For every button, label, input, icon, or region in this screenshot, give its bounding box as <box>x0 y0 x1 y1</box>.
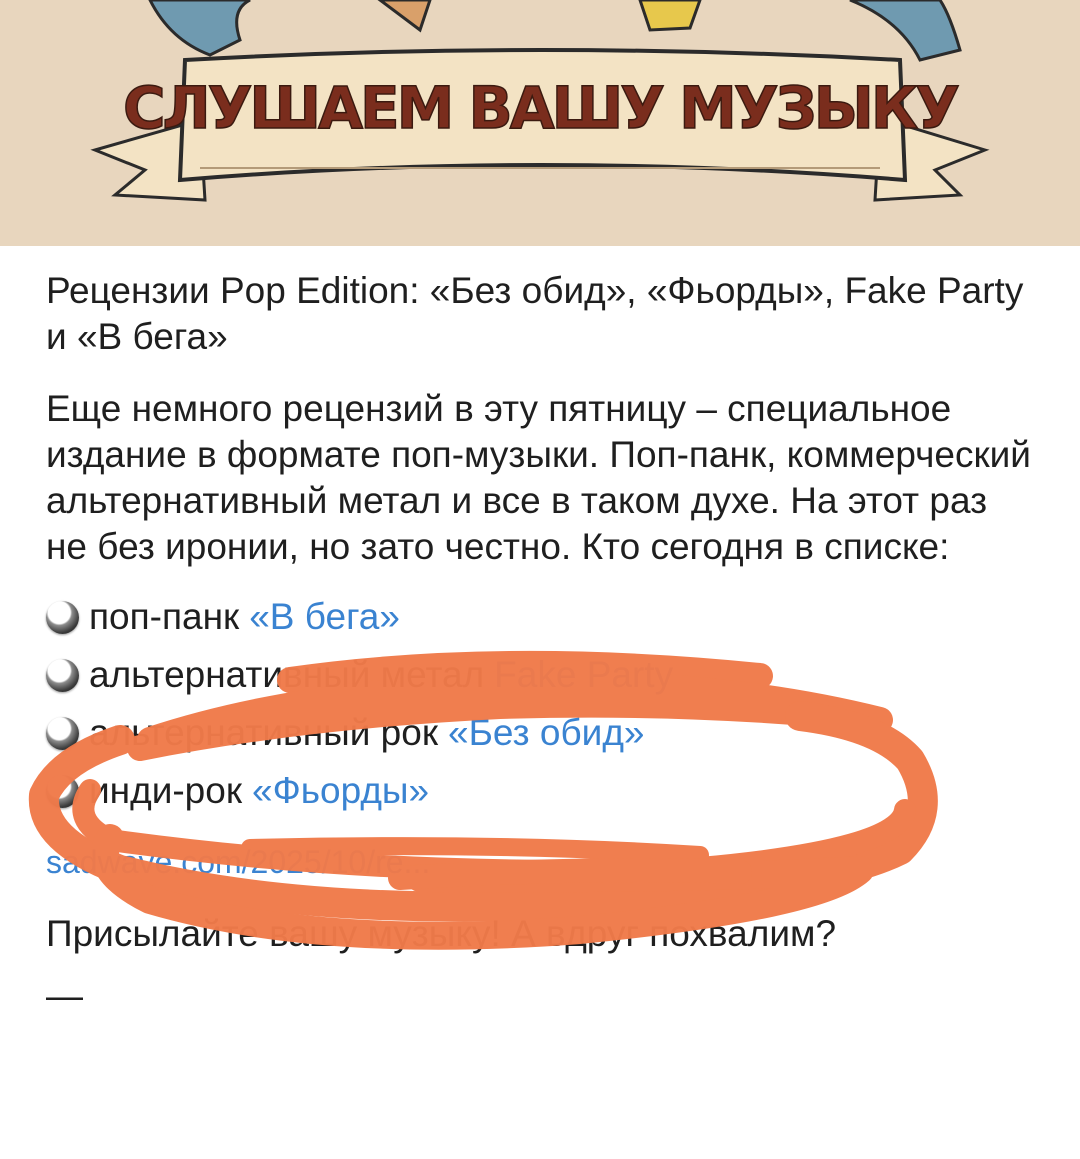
list-item: инди-рок «Фьорды» <box>46 762 1036 820</box>
list-item-genre: инди-рок <box>89 770 243 811</box>
banner-illustration: СЛУШАЕМ ВАШУ МУЗЫКУ <box>0 0 1080 246</box>
post-content: Рецензии Pop Edition: «Без обид», «Фьорд… <box>46 268 1036 1019</box>
list-item: поп-панк «В бега» <box>46 588 1036 646</box>
post-dash: — <box>46 975 83 1016</box>
radio-button-icon <box>46 658 79 692</box>
post-footer: Присылайте вашу музыку! А вдруг похвалим… <box>46 913 837 954</box>
list-item: альтернативный метал Fake Party <box>46 646 1036 704</box>
radio-button-icon <box>46 716 79 750</box>
list-item-genre: поп-панк <box>89 596 240 637</box>
review-link[interactable]: «Без обид» <box>448 712 644 754</box>
review-link[interactable]: Fake Party <box>494 654 673 696</box>
review-link[interactable]: «В бега» <box>249 596 400 638</box>
post-body: Еще немного рецензий в эту пятницу – спе… <box>46 388 1031 567</box>
list-item-genre: альтернативный метал <box>89 654 485 695</box>
list-item-genre: альтернативный рок <box>89 712 439 753</box>
radio-button-icon <box>46 774 79 808</box>
banner-title: СЛУШАЕМ ВАШУ МУЗЫКУ <box>123 74 958 142</box>
post-title: Рецензии Pop Edition: «Без обид», «Фьорд… <box>46 270 1024 357</box>
article-url-link[interactable]: sadwave.com/2025/10/re... <box>46 844 1036 881</box>
review-list: поп-панк «В бега» альтернативный метал F… <box>46 588 1036 820</box>
post-banner: СЛУШАЕМ ВАШУ МУЗЫКУ <box>0 0 1080 246</box>
review-link[interactable]: «Фьорды» <box>252 770 429 812</box>
radio-button-icon <box>46 600 79 634</box>
list-item: альтернативный рок «Без обид» <box>46 704 1036 762</box>
